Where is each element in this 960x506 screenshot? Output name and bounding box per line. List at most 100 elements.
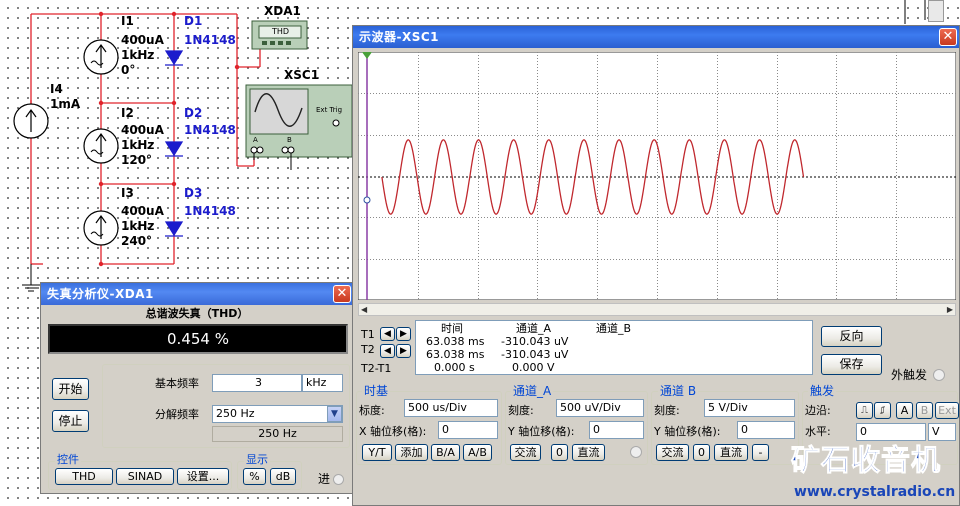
xsc-instrument-label: XSC1 (284, 68, 320, 82)
source-i3-name: I3 (121, 186, 134, 200)
t1-left-arrow-icon[interactable]: ◀ (380, 327, 395, 341)
t2-right-arrow-icon[interactable]: ▶ (396, 344, 411, 358)
external-trigger-label: 外触发 (891, 368, 928, 382)
save-button[interactable]: 保存 (821, 354, 882, 375)
channel-a-scale-input[interactable]: 500 uV/Div (556, 399, 644, 417)
channel-b-minus-button[interactable]: - (752, 444, 769, 461)
oscilloscope-instrument-icon[interactable] (245, 84, 353, 170)
yt-mode-button[interactable]: Y/T (362, 444, 392, 461)
trigger-source-b-button[interactable]: B (916, 402, 933, 419)
thd-mode-button[interactable]: THD (55, 468, 113, 485)
trigger-level-input[interactable]: 0 (856, 423, 926, 441)
channel-b-scale-label: 刻度: (654, 404, 680, 417)
channel-b-dc-button[interactable]: 直流 (714, 444, 748, 461)
timebase-scale-input[interactable]: 500 us/Div (404, 399, 498, 417)
t1-label: T1 (361, 328, 375, 341)
trigger-level-unit[interactable]: V (928, 423, 956, 441)
scroll-right-icon[interactable]: ▶ (947, 304, 953, 315)
source-i2-phase: 120° (121, 153, 153, 167)
resolution-frequency-select[interactable]: 250 Hz (212, 405, 343, 423)
t2-t1-label: T2-T1 (361, 362, 392, 375)
resolution-frequency-display: 250 Hz (212, 426, 343, 442)
source-i2-frequency: 1kHz (121, 138, 155, 152)
input-terminal-label: 进 (318, 472, 331, 486)
channel-a-ac-button[interactable]: 交流 (510, 444, 541, 461)
oscilloscope-close-button[interactable]: ✕ (939, 28, 957, 46)
source-i2-name: I2 (121, 106, 134, 120)
timebase-group-title: 时基 (362, 384, 391, 398)
stop-button[interactable]: 停止 (52, 410, 89, 432)
oscilloscope-titlebar[interactable]: 示波器-XSC1 (353, 26, 959, 48)
t2-time-value: 63.038 ms (426, 348, 485, 361)
distortion-analyzer-close-button[interactable]: ✕ (333, 285, 351, 303)
channel-a-terminal-icon[interactable] (630, 446, 642, 458)
db-display-button[interactable]: dB (270, 468, 296, 485)
thd-heading: 总谐波失真（THD） (145, 307, 249, 320)
channel-a-scale-label: 刻度: (508, 404, 534, 417)
channel-a-ground-marker-icon (363, 196, 371, 204)
start-button[interactable]: 开始 (52, 378, 89, 400)
trigger-source-ext-button[interactable]: Ext (935, 402, 959, 419)
rising-edge-icon[interactable]: ⎍ (856, 402, 873, 419)
watermark-url: www.crystalradio.cn (794, 484, 956, 500)
scroll-left-icon[interactable]: ◀ (361, 304, 367, 315)
t1-right-arrow-icon[interactable]: ▶ (396, 327, 411, 341)
channel-b-scale-input[interactable]: 5 V/Div (704, 399, 795, 417)
ab-mode-button[interactable]: A/B (463, 444, 492, 461)
channel-b-ypos-label: Y 轴位移(格): (654, 425, 721, 438)
diode-d1-name: D1 (184, 14, 203, 28)
ba-mode-button[interactable]: B/A (431, 444, 460, 461)
oscilloscope-screen (358, 52, 956, 300)
external-trigger-terminal-icon[interactable] (933, 369, 945, 381)
dc-source-name: I4 (50, 82, 63, 96)
t1-channel-a-value: -310.043 uV (501, 335, 569, 348)
fundamental-frequency-unit[interactable]: kHz (302, 374, 343, 392)
channel-a-zero-button[interactable]: 0 (551, 444, 568, 461)
channel-b-ac-button[interactable]: 交流 (656, 444, 689, 461)
diode-d2-name: D2 (184, 106, 203, 120)
channel-b-group-title: 通道 B (658, 384, 699, 398)
controls-group-title: 控件 (55, 453, 81, 466)
chevron-down-icon[interactable]: ▼ (327, 406, 342, 422)
timebase-xpos-input[interactable]: 0 (438, 421, 498, 439)
distortion-analyzer-titlebar[interactable]: 失真分析仪-XDA1 (41, 283, 353, 305)
ac-current-source-symbol-3 (83, 210, 119, 246)
ac-current-source-symbol-2 (83, 128, 119, 164)
channel-a-ypos-input[interactable]: 0 (589, 421, 644, 439)
fundamental-frequency-input[interactable]: 3 (212, 374, 302, 392)
settings-button[interactable]: 设置... (177, 468, 229, 485)
reverse-button[interactable]: 反向 (821, 326, 882, 347)
source-i3-phase: 240° (121, 234, 153, 248)
channel-b-zero-button[interactable]: 0 (693, 444, 710, 461)
thd-readout-display: 0.454 % (48, 324, 348, 354)
horizontal-scrollbar[interactable]: ◀ ▶ (358, 303, 956, 316)
dc-current-source-symbol (13, 103, 49, 139)
t2-left-arrow-icon[interactable]: ◀ (380, 344, 395, 358)
channel-a-dc-button[interactable]: 直流 (572, 444, 605, 461)
cursor-readout-panel: 时间 通道_A 通道_B 63.038 ms -310.043 uV 63.03… (415, 320, 813, 375)
xsc-channel-b-text: B (287, 136, 292, 144)
source-i3-frequency: 1kHz (121, 219, 155, 233)
oscilloscope-window: 示波器-XSC1 ✕ ◀ ▶ T1 T2 T2-T1 ◀ ▶ ◀ ▶ 时间 通道… (352, 25, 960, 506)
falling-edge-icon[interactable]: ⎎ (874, 402, 891, 419)
diode-d3-name: D3 (184, 186, 203, 200)
right-toolbar-fragment[interactable] (928, 0, 944, 22)
diode-d1-model: 1N4148 (184, 33, 236, 47)
trigger-source-a-button[interactable]: A (896, 402, 913, 419)
source-i2-amplitude: 400uA (121, 123, 164, 137)
t2-channel-a-value: -310.043 uV (501, 348, 569, 361)
input-terminal-icon[interactable] (333, 474, 344, 485)
add-mode-button[interactable]: 添加 (395, 444, 428, 461)
xda-icon-thd-text: THD (272, 27, 290, 36)
delta-channel-a-value: 0.000 V (512, 361, 555, 374)
channel-b-ypos-input[interactable]: 0 (737, 421, 795, 439)
xsc-channel-a-text: A (253, 136, 258, 144)
dc-source-value: 1mA (50, 97, 81, 111)
resolution-frequency-label: 分解频率 (155, 408, 199, 421)
trigger-level-label: 水平: (805, 425, 831, 438)
diode-symbol-3 (164, 221, 184, 237)
sinad-mode-button[interactable]: SINAD (116, 468, 174, 485)
t2-label: T2 (361, 343, 375, 356)
percent-display-button[interactable]: % (243, 468, 266, 485)
diode-d3-model: 1N4148 (184, 204, 236, 218)
